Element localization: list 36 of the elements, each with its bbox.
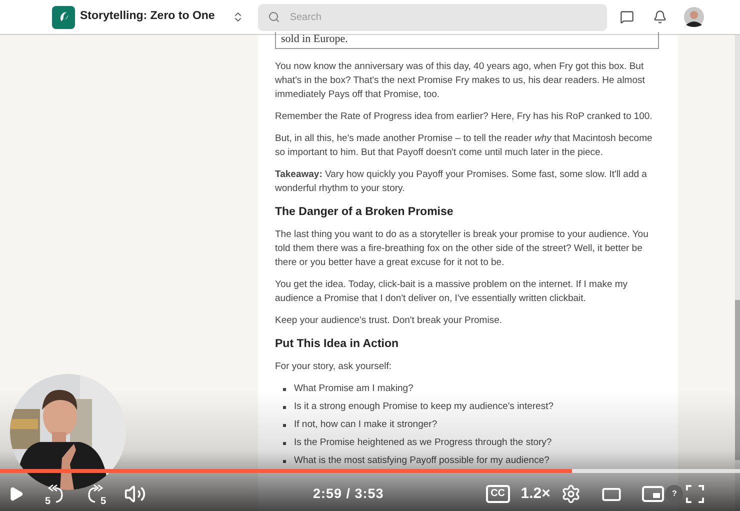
section-heading: Put This Idea in Action bbox=[275, 337, 400, 352]
settings-icon[interactable] bbox=[561, 484, 582, 504]
search-icon bbox=[268, 10, 280, 22]
paragraph: Keep your audience's trust. Don't break your Promise. bbox=[275, 314, 503, 328]
progress-track[interactable] bbox=[0, 469, 740, 473]
seek-back-button[interactable]: 5 bbox=[44, 483, 66, 505]
captions-button[interactable]: CC bbox=[486, 485, 510, 503]
list-item: Is the Promise heightened as we Progress through the story? bbox=[294, 436, 552, 450]
chat-icon[interactable] bbox=[620, 10, 634, 24]
list-item: Is it a strong enough Promise to keep my audience's interest? bbox=[294, 400, 554, 414]
course-title[interactable]: Storytelling: Zero to One bbox=[80, 8, 215, 26]
section-heading: The Danger of a Broken Promise bbox=[275, 205, 454, 220]
search-field[interactable]: Search bbox=[258, 4, 607, 30]
volume-icon[interactable] bbox=[124, 483, 146, 505]
paragraph: But, in all this, he's made another Promise – to tell the reader why that Macintosh become so important to him. But that Payoff doesn't come until much later in the piece. bbox=[275, 132, 654, 160]
list-item: If not, how can I make it stronger? bbox=[294, 418, 438, 432]
avatar[interactable] bbox=[684, 7, 704, 27]
paragraph: Takeaway: Vary how quickly you Payoff your Promises. Some fast, some slow. It'll add a wonderful rhythm to your story. bbox=[275, 168, 648, 196]
miniplayer-icon[interactable] bbox=[642, 486, 664, 502]
list-item: What Promise am I making? bbox=[294, 382, 414, 396]
paragraph: You get the idea. Today, click-bait is a massive problem on the internet. If I make my audience a Promise that I don't deliver on, I've essentially written clickbait. bbox=[275, 278, 629, 306]
help-button[interactable]: ? bbox=[665, 485, 684, 503]
scrollbar-thumb[interactable] bbox=[735, 300, 740, 460]
fullscreen-icon[interactable] bbox=[686, 485, 704, 503]
paragraph: For your story, ask yourself: bbox=[275, 360, 392, 374]
course-logo[interactable] bbox=[52, 6, 75, 28]
speed-button[interactable]: 1.2× bbox=[520, 482, 550, 506]
theater-mode-icon[interactable] bbox=[602, 488, 622, 500]
quote-box: sold in Europe. bbox=[275, 32, 659, 49]
list-item: What is the most satisfying Payoff possible for my audience? bbox=[294, 454, 550, 468]
paragraph: Remember the Rate of Progress idea from earlier? Here, Fry has his RoP cranked to 100. bbox=[275, 110, 654, 124]
paragraph: You now know the anniversary was of this day, 40 years ago, when Fry got this box. But what's in the box? That's the next Promise Fry makes to us, his dear readers. He almost immediately Pays off that Promise, too. bbox=[275, 60, 646, 102]
seek-forward-button[interactable]: 5 bbox=[85, 483, 107, 505]
notifications-icon[interactable] bbox=[652, 10, 667, 24]
time-display: 2:59 / 3:53 bbox=[313, 484, 384, 503]
paragraph: The last thing you want to do as a storyteller is break your promise to your audience. You told them there was a fire-breathing fox on the other side of the street? Well, it better be there or you better have a great excuse for it not to be. bbox=[275, 228, 650, 270]
